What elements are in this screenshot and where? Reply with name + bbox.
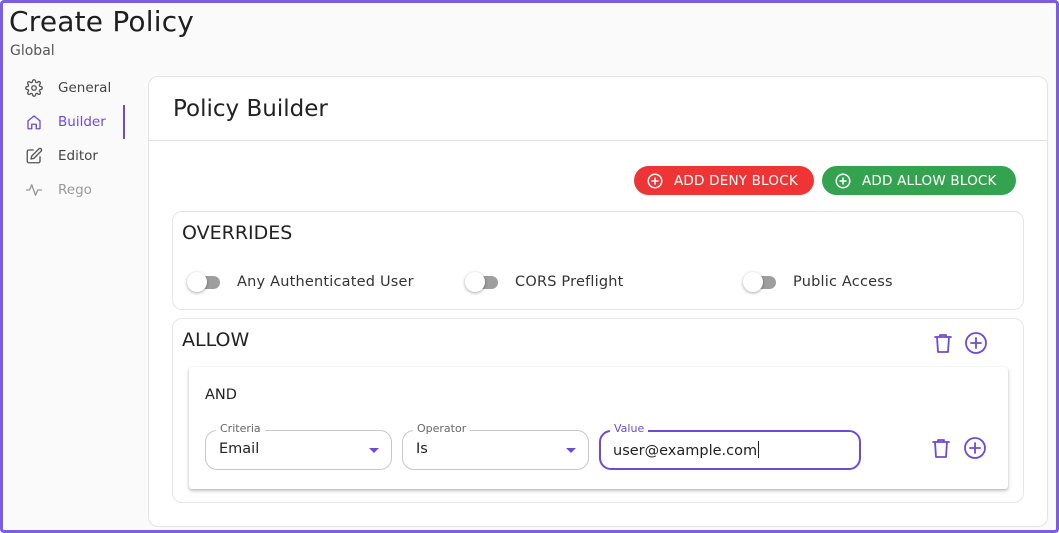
card-title: Policy Builder: [173, 95, 328, 122]
operator-select[interactable]: Operator Is: [402, 422, 589, 470]
trash-icon: [932, 439, 950, 458]
section-title: ALLOW: [182, 329, 250, 351]
policy-builder-card: Policy Builder ADD DENY BLOCK ADD ALLOW …: [148, 76, 1048, 527]
add-rule-button[interactable]: [963, 436, 987, 460]
operator-label: Operator: [413, 422, 471, 435]
add-condition-button[interactable]: [964, 331, 988, 355]
and-group: AND Criteria Email Operator Is Value use…: [189, 367, 1008, 489]
gear-icon: [25, 79, 43, 97]
sidebar-item-label: General: [58, 80, 112, 96]
plus-circle-icon: [964, 437, 986, 459]
value-label: Value: [610, 422, 649, 435]
operator-value: Is: [416, 441, 428, 457]
allow-section: ALLOW AND Criteria Email Operator Is Val…: [172, 318, 1024, 503]
sidebar: General Builder Editor Rego: [21, 71, 125, 207]
toggle-public-access-row: Public Access: [743, 272, 893, 292]
plus-circle-icon: [646, 172, 664, 190]
section-title: OVERRIDES: [182, 222, 293, 244]
sidebar-item-editor[interactable]: Editor: [21, 139, 125, 173]
caret-down-icon: [566, 448, 576, 453]
sidebar-item-label: Rego: [58, 182, 92, 198]
text-cursor: [758, 441, 760, 458]
trash-icon: [934, 334, 952, 353]
toggle-label: CORS Preflight: [515, 274, 624, 290]
delete-condition-button[interactable]: [929, 436, 953, 460]
activity-icon: [25, 181, 43, 199]
overrides-section: OVERRIDES Any Authenticated User CORS Pr…: [172, 211, 1024, 310]
sidebar-item-label: Builder: [58, 114, 106, 130]
criteria-select[interactable]: Criteria Email: [205, 422, 392, 470]
window-frame: Create Policy Global General Builder Edi…: [0, 0, 1059, 533]
toggle-label: Any Authenticated User: [237, 274, 414, 290]
plus-circle-icon: [834, 172, 852, 190]
any-authenticated-user-toggle[interactable]: [187, 272, 223, 292]
button-label: ADD DENY BLOCK: [674, 172, 798, 189]
criteria-label: Criteria: [216, 422, 265, 435]
sidebar-item-rego[interactable]: Rego: [21, 173, 125, 207]
toggle-any-authenticated-user-row: Any Authenticated User: [187, 272, 414, 292]
card-header: Policy Builder: [149, 77, 1047, 141]
sidebar-item-label: Editor: [58, 148, 98, 164]
toggle-thumb: [187, 272, 207, 292]
public-access-toggle[interactable]: [743, 272, 779, 292]
add-deny-block-button[interactable]: ADD DENY BLOCK: [634, 166, 814, 195]
value-input-text: user@example.com: [613, 441, 760, 459]
value-input[interactable]: Value user@example.com: [599, 422, 861, 470]
caret-down-icon: [369, 448, 379, 453]
cors-preflight-toggle[interactable]: [465, 272, 501, 292]
sidebar-item-general[interactable]: General: [21, 71, 125, 105]
toggle-label: Public Access: [793, 274, 893, 290]
page-subtitle: Global: [10, 43, 55, 59]
delete-allow-block-button[interactable]: [931, 331, 955, 355]
toggle-cors-preflight-row: CORS Preflight: [465, 272, 624, 292]
plus-circle-icon: [965, 332, 987, 354]
criteria-value: Email: [219, 441, 260, 457]
add-allow-block-button[interactable]: ADD ALLOW BLOCK: [822, 166, 1016, 195]
toggle-thumb: [743, 272, 763, 292]
page-title: Create Policy: [9, 5, 195, 38]
edit-icon: [25, 147, 43, 165]
and-group-title: AND: [205, 387, 237, 403]
sidebar-item-builder[interactable]: Builder: [21, 105, 125, 139]
toggle-thumb: [465, 272, 485, 292]
button-label: ADD ALLOW BLOCK: [862, 172, 997, 189]
home-icon: [25, 113, 43, 131]
